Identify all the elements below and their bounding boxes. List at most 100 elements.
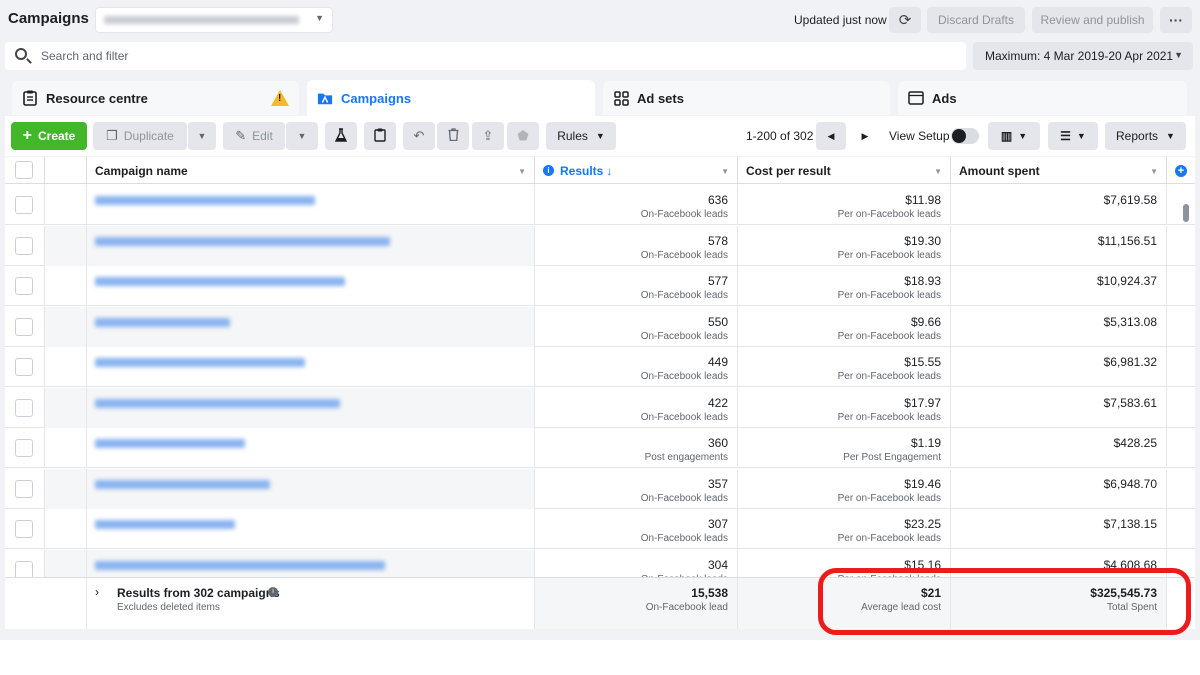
results-cell: 307 On-Facebook leads: [535, 509, 738, 549]
campaign-name-redacted[interactable]: [95, 520, 235, 529]
campaign-name-cell[interactable]: [87, 387, 535, 428]
campaign-name-redacted[interactable]: [95, 236, 390, 246]
table-row[interactable]: 307 On-Facebook leads $23.25 Per on-Faceboo…: [5, 509, 1195, 549]
ab-test-button[interactable]: [325, 122, 357, 150]
table-row[interactable]: 422 On-Facebook leads $17.97 Per on-Faceboo…: [5, 387, 1195, 428]
campaign-name-cell[interactable]: [87, 428, 535, 468]
row-toggle-cell: [45, 266, 87, 306]
column-campaign-name[interactable]: Campaign name ▼: [87, 157, 535, 184]
row-checkbox[interactable]: [15, 317, 33, 336]
tab-ad-sets[interactable]: Ad sets: [603, 81, 890, 115]
campaign-name-redacted[interactable]: [95, 398, 340, 408]
campaign-name-redacted[interactable]: [95, 317, 230, 327]
row-checkbox[interactable]: [15, 520, 33, 538]
table-row[interactable]: 636 On-Facebook leads $11.98 Per on-Faceboo…: [5, 185, 1195, 225]
cost-value: $19.30: [904, 233, 941, 248]
campaign-name-redacted[interactable]: [95, 277, 345, 286]
totals-results: 15,538: [691, 586, 728, 600]
campaign-name-cell[interactable]: [87, 347, 535, 387]
next-page-button[interactable]: ▶: [850, 122, 880, 150]
results-cell: 550 On-Facebook leads: [535, 306, 738, 347]
search-input[interactable]: [41, 47, 941, 65]
results-type: On-Facebook leads: [640, 492, 728, 504]
cost-value: $9.66: [910, 314, 941, 329]
refresh-button[interactable]: ⟳: [889, 7, 921, 33]
row-checkbox[interactable]: [15, 236, 33, 255]
select-all-checkbox[interactable]: [15, 161, 33, 179]
row-checkbox[interactable]: [15, 439, 33, 457]
column-cost-per-result[interactable]: Cost per result ▼: [738, 157, 951, 184]
campaign-name-cell[interactable]: [87, 225, 535, 266]
row-toggle-cell: [45, 468, 87, 509]
campaign-name-redacted[interactable]: [95, 439, 245, 448]
tag-button[interactable]: ⬟: [507, 122, 539, 150]
table-row[interactable]: 360 Post engagements $1.19 Per Post Engagem…: [5, 428, 1195, 468]
column-label: Amount spent: [959, 163, 1040, 178]
spent-value: $11,156.51: [1097, 233, 1157, 248]
more-options-button[interactable]: ···: [1160, 7, 1192, 33]
edit-button[interactable]: ✎ Edit: [223, 122, 285, 150]
cost-cell: $23.25 Per on-Facebook leads: [738, 509, 951, 549]
duplicate-dropdown[interactable]: ▼: [188, 122, 216, 150]
campaign-name-cell[interactable]: [87, 306, 535, 347]
campaign-name-cell[interactable]: [87, 185, 535, 225]
row-checkbox[interactable]: [15, 479, 33, 498]
search-bar[interactable]: [5, 42, 966, 70]
column-amount-spent[interactable]: Amount spent ▼: [951, 157, 1167, 184]
paste-button[interactable]: [364, 122, 396, 150]
row-checkbox[interactable]: [15, 277, 33, 295]
vertical-scrollbar[interactable]: [1183, 204, 1189, 222]
campaign-name-redacted[interactable]: [95, 196, 315, 205]
reports-button[interactable]: Reports ▼: [1105, 122, 1186, 150]
cost-value: $15.55: [904, 355, 941, 369]
campaign-name-cell[interactable]: [87, 509, 535, 549]
table-row[interactable]: 449 On-Facebook leads $15.55 Per on-Faceboo…: [5, 347, 1195, 387]
column-label: Campaign name: [95, 163, 188, 178]
create-button[interactable]: + Create: [11, 122, 87, 150]
review-publish-button[interactable]: Review and publish: [1032, 7, 1153, 33]
row-select-cell: [5, 509, 45, 549]
tab-ads[interactable]: Ads: [898, 81, 1187, 115]
undo-button[interactable]: ↶: [403, 122, 435, 150]
campaign-name-cell[interactable]: [87, 468, 535, 509]
row-checkbox[interactable]: [15, 560, 33, 579]
row-checkbox[interactable]: [15, 358, 33, 376]
discard-drafts-button[interactable]: Discard Drafts: [927, 7, 1025, 33]
campaign-name-cell[interactable]: [87, 266, 535, 306]
delete-button[interactable]: [437, 122, 469, 150]
export-button[interactable]: ⇪: [472, 122, 504, 150]
row-checkbox[interactable]: [15, 398, 33, 417]
view-setup-toggle[interactable]: [951, 128, 979, 144]
edit-dropdown[interactable]: ▼: [286, 122, 318, 150]
prev-page-button[interactable]: ◀: [816, 122, 846, 150]
cost-cell: $1.19 Per Post Engagement: [738, 428, 951, 468]
duplicate-button[interactable]: ❐ Duplicate: [93, 122, 187, 150]
view-setup-label: View Setup: [889, 129, 950, 143]
campaign-name-redacted[interactable]: [95, 479, 270, 489]
column-results[interactable]: i Results ↓ ▼: [535, 157, 738, 184]
spent-value: $10,924.37: [1096, 274, 1157, 288]
breakdown-button[interactable]: ☰ ▼: [1048, 122, 1098, 150]
table-row[interactable]: 550 On-Facebook leads $9.66 Per on-Facebook…: [5, 306, 1195, 347]
date-range-picker[interactable]: Maximum: 4 Mar 2019-20 Apr 2021 ▼: [973, 42, 1193, 70]
campaign-name-redacted[interactable]: [95, 560, 385, 570]
chevron-down-icon: ▼: [1174, 50, 1183, 60]
row-checkbox[interactable]: [15, 196, 33, 214]
clipboard-icon: [374, 128, 386, 145]
columns-button[interactable]: ▥ ▼: [988, 122, 1040, 150]
table-row[interactable]: 357 On-Facebook leads $19.46 Per on-Faceboo…: [5, 468, 1195, 509]
select-all-cell: [5, 157, 45, 184]
add-column-button[interactable]: +: [1167, 157, 1195, 184]
cost-type: Per on-Facebook leads: [837, 411, 941, 423]
results-type: On-Facebook leads: [640, 249, 728, 261]
rules-button[interactable]: Rules ▼: [546, 122, 616, 150]
results-value: 357: [707, 476, 728, 491]
account-selector[interactable]: ▼: [95, 7, 333, 33]
tab-resource-centre[interactable]: Resource centre !: [12, 81, 299, 115]
tab-campaigns[interactable]: Campaigns: [307, 80, 595, 116]
table-row[interactable]: 577 On-Facebook leads $18.93 Per on-Faceboo…: [5, 266, 1195, 306]
table-row[interactable]: 578 On-Facebook leads $19.30 Per on-Faceboo…: [5, 225, 1195, 266]
campaign-name-redacted[interactable]: [95, 358, 305, 367]
totals-label-cell: › Results from 302 campaigns i Excludes …: [87, 578, 535, 629]
chevron-right-icon[interactable]: ›: [95, 585, 99, 599]
